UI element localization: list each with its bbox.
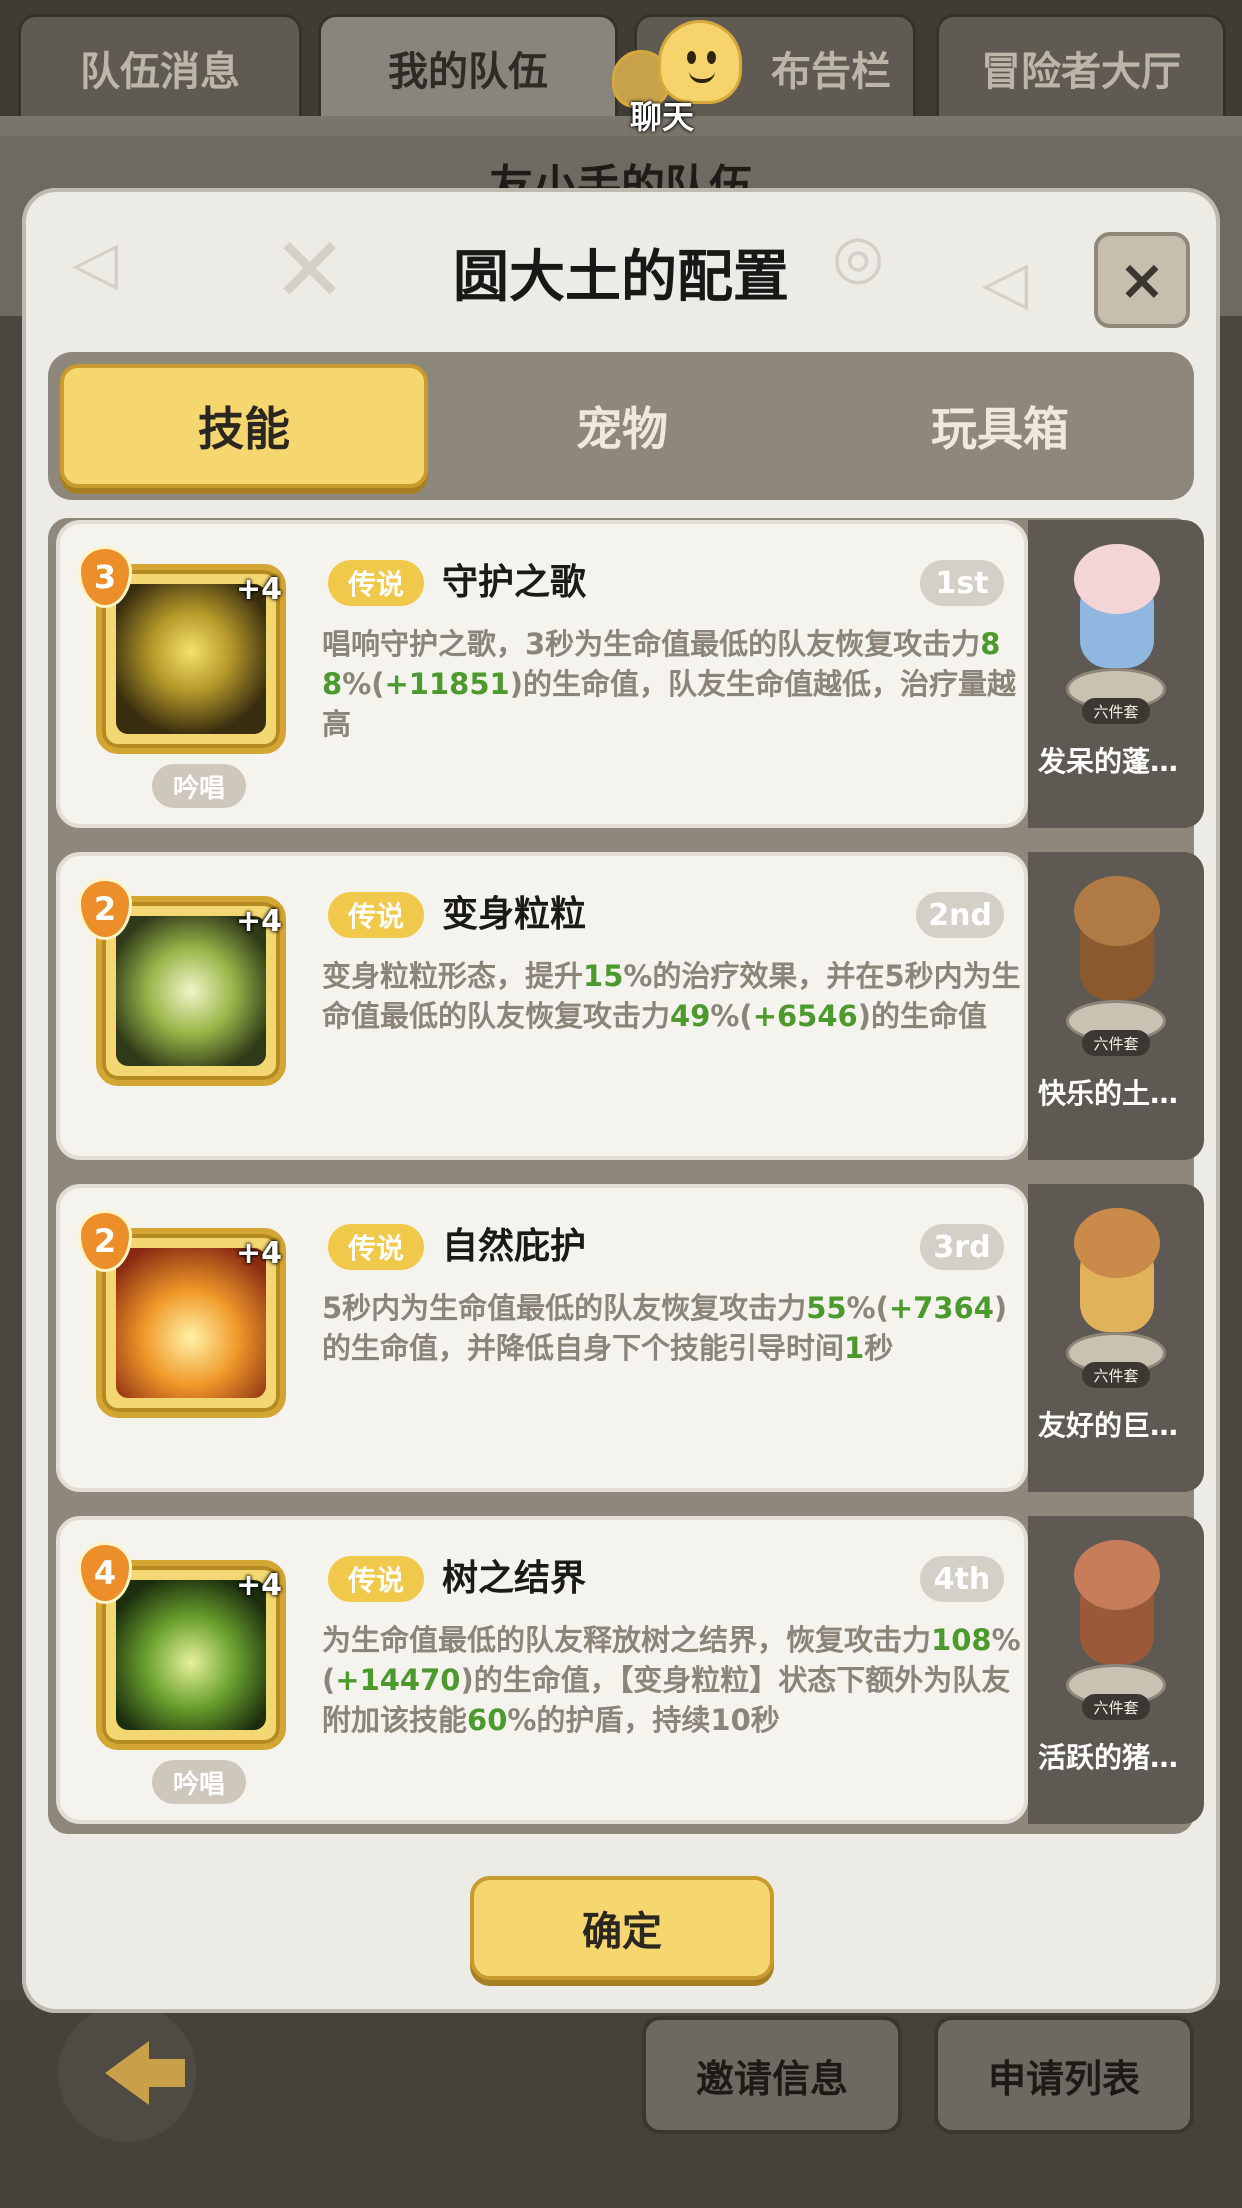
pet-name: 发呆的蓬… [1038, 745, 1179, 778]
button-label: 申请列表 [987, 2056, 1140, 2101]
skill-text: %( [846, 1291, 889, 1325]
enhance-badge: +4 [236, 572, 283, 607]
eye-icon [707, 51, 716, 64]
tab-toy-box[interactable]: 玩具箱 [816, 364, 1184, 488]
pet-figure [1044, 1534, 1188, 1706]
skill-name: 守护之歌 [442, 562, 587, 603]
mouth-icon [689, 71, 715, 83]
tab-adventurer-hall[interactable]: 冒险者大厅 [936, 14, 1226, 118]
back-button[interactable] [58, 2004, 196, 2142]
pet-figure [1044, 538, 1188, 710]
tab-label: 我的队伍 [388, 48, 548, 95]
skill-value: 15 [583, 959, 624, 993]
back-arrow-icon [105, 2041, 185, 2105]
pet-name: 活跃的猪… [1038, 1741, 1179, 1774]
pet-figure [1044, 870, 1188, 1042]
skill-text: 变身粒粒形态，提升 [322, 959, 584, 993]
skill-card[interactable]: 2 +4 传说 自然庇护 3rd 5秒内为生命值最低的队友恢复攻击力55%(+7… [56, 1184, 1028, 1492]
set-badge: 六件套 [1082, 1362, 1150, 1388]
skill-value: 55 [806, 1291, 847, 1325]
skill-value: +14470 [335, 1663, 461, 1697]
button-label: 确定 [582, 1909, 662, 1955]
enhance-badge: +4 [236, 1236, 283, 1271]
tab-my-team[interactable]: 我的队伍 [318, 14, 618, 118]
pet-head [1074, 544, 1160, 614]
pet-name: 友好的巨… [1038, 1409, 1179, 1442]
skill-text: 秒 [864, 1331, 894, 1365]
invite-info-button[interactable]: 邀请信息 [642, 2016, 902, 2134]
tab-label: 玩具箱 [931, 402, 1069, 456]
tab-label: 队伍消息 [80, 48, 240, 95]
pet-card[interactable]: 六件套 发呆的蓬… [1028, 520, 1204, 828]
skill-name: 自然庇护 [442, 1226, 587, 1267]
pet-head [1074, 876, 1160, 946]
button-label: 邀请信息 [695, 2056, 848, 2101]
skill-description: 唱响守护之歌，3秒为生命值最低的队友恢复攻击力88%(+11851)的生命值，队… [322, 624, 1022, 744]
chant-tag: 吟唱 [152, 764, 246, 808]
skill-value: 108 [931, 1623, 992, 1657]
skill-text: 为生命值最低的队友释放树之结界，恢复攻击力 [322, 1623, 932, 1657]
skill-value: +6546 [752, 999, 858, 1033]
skill-value: +7364 [888, 1291, 994, 1325]
skill-order-badge: 1st [920, 560, 1004, 606]
skill-card[interactable]: 2 +4 传说 变身粒粒 2nd 变身粒粒形态，提升15%的治疗效果，并在5秒内… [56, 852, 1028, 1160]
rarity-tag: 传说 [328, 1224, 424, 1270]
skill-value: +11851 [384, 667, 510, 701]
close-button[interactable]: × [1094, 232, 1190, 328]
tab-pets[interactable]: 宠物 [438, 364, 806, 488]
set-badge: 六件套 [1082, 1030, 1150, 1056]
close-icon: × [1118, 247, 1166, 313]
skill-description: 为生命值最低的队友释放树之结界，恢复攻击力108%(+14470)的生命值，【变… [322, 1620, 1022, 1740]
enhance-badge: +4 [236, 1568, 283, 1603]
skill-text: 唱响守护之歌，3秒为生命值最低的队友恢复攻击力 [322, 627, 981, 661]
skill-text: )的生命值 [857, 999, 987, 1033]
rarity-tag: 传说 [328, 892, 424, 938]
skill-text: %的护盾，持续10秒 [507, 1703, 780, 1737]
skill-card[interactable]: 4 +4 吟唱 传说 树之结界 4th 为生命值最低的队友释放树之结界，恢复攻击… [56, 1516, 1028, 1824]
set-badge: 六件套 [1082, 698, 1150, 724]
tab-team-messages[interactable]: 队伍消息 [18, 14, 302, 118]
skill-description: 5秒内为生命值最低的队友恢复攻击力55%(+7364)的生命值，并降低自身下个技… [322, 1288, 1022, 1368]
skill-description: 变身粒粒形态，提升15%的治疗效果，并在5秒内为生命值最低的队友恢复攻击力49%… [322, 956, 1022, 1036]
tab-label: 布告栏 [771, 48, 891, 95]
pet-name: 快乐的土… [1038, 1077, 1179, 1110]
skill-value: 60 [467, 1703, 508, 1737]
confirm-button[interactable]: 确定 [470, 1876, 774, 1980]
apply-list-button[interactable]: 申请列表 [934, 2016, 1194, 2134]
eye-icon [687, 51, 696, 64]
pet-head [1074, 1208, 1160, 1278]
skill-card[interactable]: 3 +4 吟唱 传说 守护之歌 1st 唱响守护之歌，3秒为生命值最低的队友恢复… [56, 520, 1028, 828]
skill-text: %( [342, 667, 385, 701]
pet-card[interactable]: 六件套 友好的巨… [1028, 1184, 1204, 1492]
chant-tag: 吟唱 [152, 1760, 246, 1804]
rarity-tag: 传说 [328, 1556, 424, 1602]
enhance-badge: +4 [236, 904, 283, 939]
tab-label: 冒险者大厅 [981, 48, 1181, 95]
skill-order-badge: 3rd [920, 1224, 1004, 1270]
skill-value: 49 [670, 999, 711, 1033]
tab-label: 技能 [198, 402, 290, 456]
chat-label[interactable]: 聊天 [630, 92, 694, 138]
skill-value: 1 [844, 1331, 865, 1365]
config-tab-bar: 技能 宠物 玩具箱 [48, 352, 1194, 500]
pet-head [1074, 1540, 1160, 1610]
pet-card[interactable]: 六件套 快乐的土… [1028, 852, 1204, 1160]
skill-order-badge: 2nd [916, 892, 1004, 938]
modal-title: 圆大土的配置 [453, 245, 789, 310]
pet-card[interactable]: 六件套 活跃的猪… [1028, 1516, 1204, 1824]
pet-figure [1044, 1202, 1188, 1374]
tab-skills[interactable]: 技能 [60, 364, 428, 488]
config-modal: ◁ ✕ ◎ ◁ 圆大土的配置 × 技能 宠物 玩具箱 3 +4 吟唱 传说 守护… [22, 188, 1220, 2013]
skill-text: %( [710, 999, 753, 1033]
skill-order-badge: 4th [920, 1556, 1004, 1602]
rarity-tag: 传说 [328, 560, 424, 606]
skill-name: 树之结界 [442, 1558, 587, 1599]
tab-label: 宠物 [576, 402, 668, 456]
skill-name: 变身粒粒 [442, 894, 587, 935]
skill-text: 5秒内为生命值最低的队友恢复攻击力 [322, 1291, 807, 1325]
set-badge: 六件套 [1082, 1694, 1150, 1720]
